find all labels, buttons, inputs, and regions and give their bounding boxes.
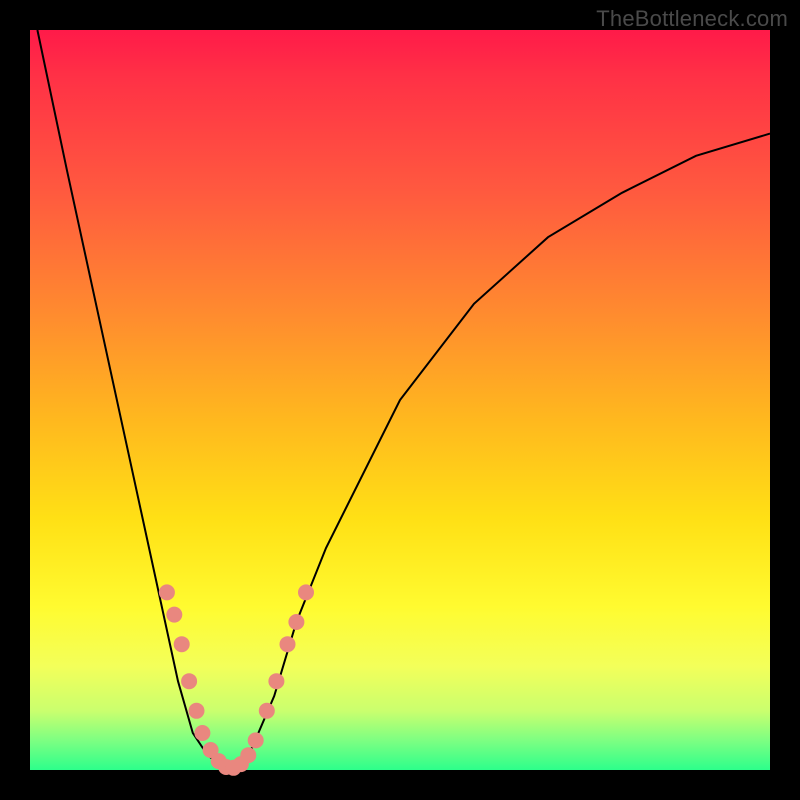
data-point-marker: [166, 607, 182, 623]
data-point-marker: [181, 673, 197, 689]
data-point-marker: [280, 636, 296, 652]
data-point-marker: [268, 673, 284, 689]
chart-svg: [30, 30, 770, 770]
data-point-markers: [159, 584, 314, 775]
bottleneck-curve-right: [230, 134, 770, 770]
data-point-marker: [298, 584, 314, 600]
data-point-marker: [194, 725, 210, 741]
chart-outer-frame: TheBottleneck.com: [0, 0, 800, 800]
bottleneck-curve-left: [37, 30, 229, 770]
data-point-marker: [288, 614, 304, 630]
data-point-marker: [159, 584, 175, 600]
data-point-marker: [189, 703, 205, 719]
data-point-marker: [240, 747, 256, 763]
data-point-marker: [259, 703, 275, 719]
data-point-marker: [248, 732, 264, 748]
data-point-marker: [174, 636, 190, 652]
watermark-text: TheBottleneck.com: [596, 6, 788, 32]
chart-plot-area: [30, 30, 770, 770]
